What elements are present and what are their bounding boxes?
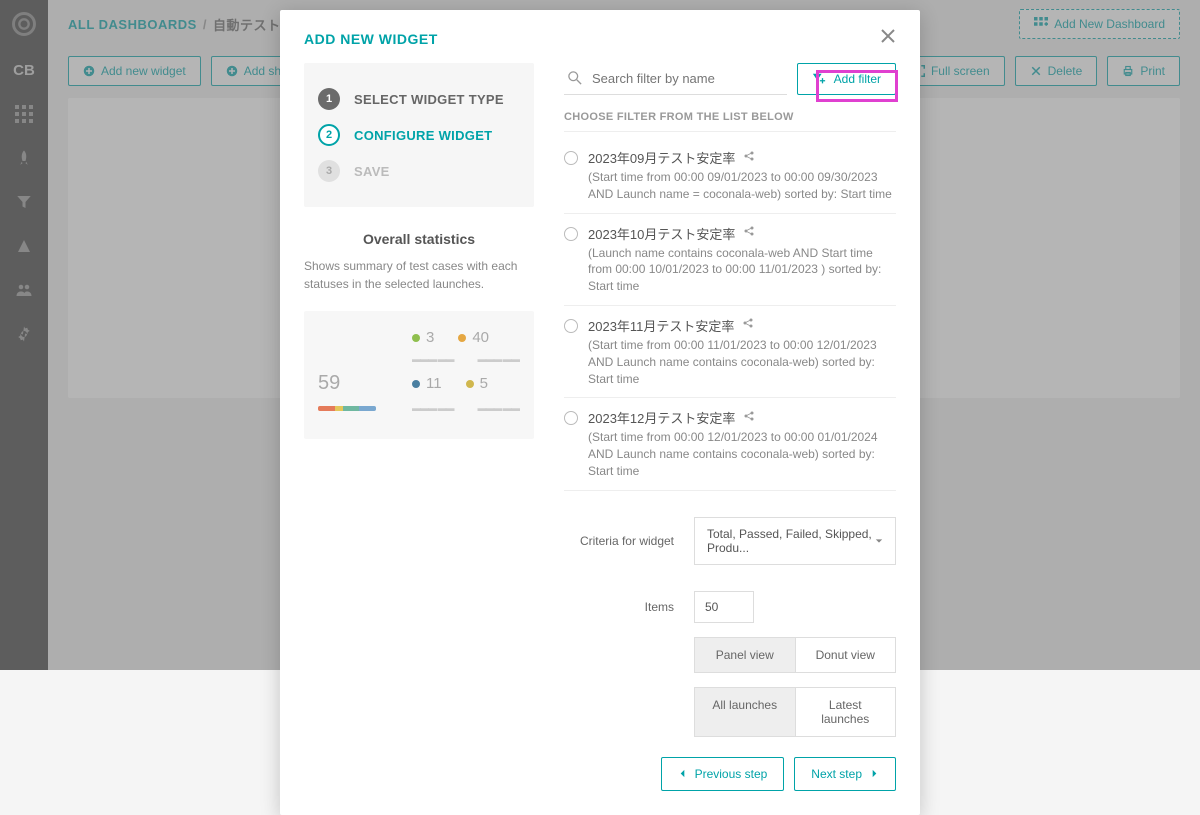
previous-step-button[interactable]: Previous step [661,757,785,791]
share-icon[interactable] [743,149,755,167]
radio-input[interactable] [564,319,578,333]
filter-name: 2023年12月テスト安定率 [588,408,735,427]
filter-plus-icon [812,72,826,86]
close-icon [880,28,896,44]
filter-item[interactable]: 2023年10月テスト安定率 (Launch name contains coc… [564,214,896,306]
filter-desc: (Launch name contains coconala-web AND S… [588,245,896,295]
add-widget-modal: ADD NEW WIDGET 1 SELECT WIDGET TYPE 2 CO… [280,10,920,815]
chevron-down-icon [875,536,883,546]
launch-toggle: All launches Latest launches [694,687,896,737]
step-label: SELECT WIDGET TYPE [354,92,504,107]
search-box [564,63,787,95]
step-number: 3 [318,160,340,182]
filter-item[interactable]: 2023年09月テスト安定率 (Start time from 00:00 09… [564,138,896,214]
filter-desc: (Start time from 00:00 11/01/2023 to 00:… [588,337,896,387]
search-input[interactable] [564,63,787,95]
filter-name: 2023年10月テスト安定率 [588,224,735,243]
filter-name: 2023年11月テスト安定率 [588,316,734,335]
steps-panel: 1 SELECT WIDGET TYPE 2 CONFIGURE WIDGET … [304,63,534,791]
chevron-right-icon [870,769,879,778]
donut-view-button[interactable]: Donut view [795,637,897,673]
modal-close-button[interactable] [880,28,896,49]
items-input[interactable] [694,591,754,623]
modal-title: ADD NEW WIDGET [304,31,438,47]
filter-section-label: CHOOSE FILTER FROM THE LIST BELOW [564,111,896,132]
latest-launches-button[interactable]: Latest launches [795,687,897,737]
filter-item[interactable]: 2023年11月テスト安定率 (Start time from 00:00 11… [564,306,896,398]
radio-input[interactable] [564,411,578,425]
chevron-left-icon [678,769,687,778]
items-label: Items [564,600,674,614]
configure-panel: Add filter CHOOSE FILTER FROM THE LIST B… [564,63,896,791]
step-list: 1 SELECT WIDGET TYPE 2 CONFIGURE WIDGET … [304,63,534,207]
step-label: SAVE [354,164,390,179]
preview-title: Overall statistics [304,231,534,247]
filter-item[interactable]: 2023年12月テスト安定率 (Start time from 00:00 12… [564,398,896,490]
step-1[interactable]: 1 SELECT WIDGET TYPE [304,81,534,117]
filter-name: 2023年09月テスト安定率 [588,148,735,167]
step-label: CONFIGURE WIDGET [354,128,492,143]
panel-view-button[interactable]: Panel view [694,637,795,673]
radio-input[interactable] [564,227,578,241]
step-3: 3 SAVE [304,153,534,189]
preview-desc: Shows summary of test cases with each st… [304,257,534,293]
share-icon[interactable] [743,224,755,242]
filter-desc: (Start time from 00:00 12/01/2023 to 00:… [588,429,896,479]
step-number: 1 [318,88,340,110]
next-step-button[interactable]: Next step [794,757,896,791]
widget-preview: Overall statistics Shows summary of test… [304,231,534,439]
modal-overlay: ADD NEW WIDGET 1 SELECT WIDGET TYPE 2 CO… [0,0,1200,670]
stats-card: 3 40 ▬▬▬ ▬▬ ▬▬▬ ▬▬ 59 11 5 [304,311,534,439]
share-icon[interactable] [742,316,754,334]
criteria-label: Criteria for widget [564,534,674,548]
all-launches-button[interactable]: All launches [694,687,795,737]
step-2[interactable]: 2 CONFIGURE WIDGET [304,117,534,153]
radio-input[interactable] [564,151,578,165]
filter-desc: (Start time from 00:00 09/01/2023 to 00:… [588,169,896,203]
step-number: 2 [318,124,340,146]
share-icon[interactable] [743,409,755,427]
view-toggle: Panel view Donut view [694,637,896,673]
criteria-select[interactable]: Total, Passed, Failed, Skipped, Produ... [694,517,896,565]
filter-list: 2023年09月テスト安定率 (Start time from 00:00 09… [564,138,896,491]
search-icon [568,71,582,85]
add-filter-button[interactable]: Add filter [797,63,896,95]
